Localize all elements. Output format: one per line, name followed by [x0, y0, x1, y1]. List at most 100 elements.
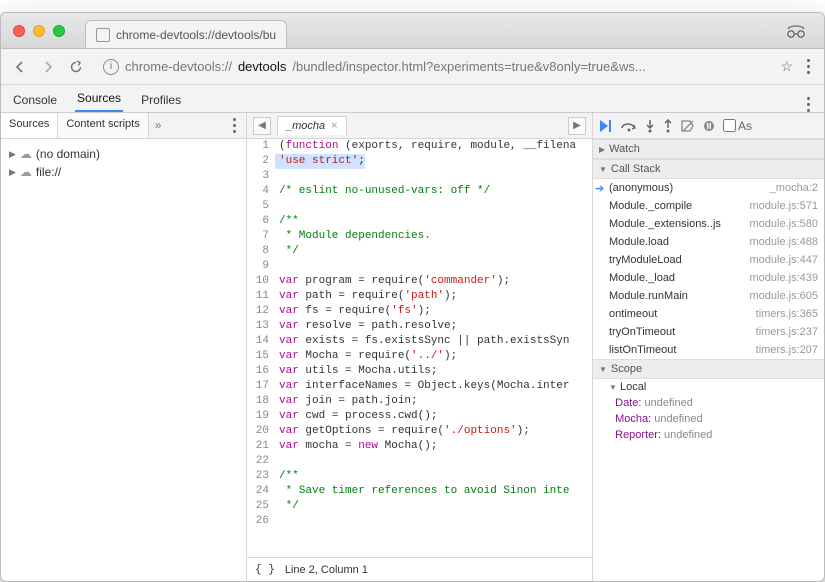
- code-line[interactable]: 12var fs = require('fs');: [247, 304, 592, 319]
- callstack-frame[interactable]: ontimeouttimers.js:365: [593, 305, 824, 323]
- minimize-window-button[interactable]: [33, 25, 45, 37]
- scope-variable[interactable]: Reporter: undefined: [593, 427, 824, 443]
- gutter-line-number[interactable]: 25: [247, 499, 275, 514]
- gutter-line-number[interactable]: 23: [247, 469, 275, 484]
- gutter-line-number[interactable]: 21: [247, 439, 275, 454]
- callstack-frame[interactable]: Module._compilemodule.js:571: [593, 197, 824, 215]
- reload-button[interactable]: [67, 58, 85, 76]
- gutter-line-number[interactable]: 5: [247, 199, 275, 214]
- gutter-line-number[interactable]: 15: [247, 349, 275, 364]
- tab-console[interactable]: Console: [11, 87, 59, 112]
- async-checkbox-input[interactable]: [723, 119, 736, 132]
- code-line[interactable]: 9: [247, 259, 592, 274]
- callstack-frame[interactable]: ➔(anonymous)_mocha:2: [593, 179, 824, 197]
- callstack-frame[interactable]: listOnTimeouttimers.js:207: [593, 341, 824, 359]
- gutter-line-number[interactable]: 8: [247, 244, 275, 259]
- tab-profiles[interactable]: Profiles: [139, 87, 183, 112]
- tab-sources[interactable]: Sources: [75, 85, 123, 112]
- code-line[interactable]: 8 */: [247, 244, 592, 259]
- gutter-line-number[interactable]: 24: [247, 484, 275, 499]
- gutter-line-number[interactable]: 2: [247, 154, 275, 169]
- pause-on-exceptions-button[interactable]: [703, 120, 715, 132]
- close-file-icon[interactable]: ×: [331, 120, 337, 132]
- callstack-frame[interactable]: Module._extensions..jsmodule.js:580: [593, 215, 824, 233]
- navigator-menu-button[interactable]: [229, 118, 240, 133]
- callstack-frame[interactable]: tryOnTimeouttimers.js:237: [593, 323, 824, 341]
- filetree-item[interactable]: ▶☁(no domain): [9, 145, 238, 163]
- chrome-menu-button[interactable]: [803, 59, 814, 74]
- code-line[interactable]: 15var Mocha = require('../');: [247, 349, 592, 364]
- code-line[interactable]: 3: [247, 169, 592, 184]
- callstack-frame[interactable]: Module.loadmodule.js:488: [593, 233, 824, 251]
- code-line[interactable]: 21var mocha = new Mocha();: [247, 439, 592, 454]
- gutter-line-number[interactable]: 16: [247, 364, 275, 379]
- gutter-line-number[interactable]: 19: [247, 409, 275, 424]
- code-line[interactable]: 18var join = path.join;: [247, 394, 592, 409]
- gutter-line-number[interactable]: 10: [247, 274, 275, 289]
- gutter-line-number[interactable]: 4: [247, 184, 275, 199]
- gutter-line-number[interactable]: 13: [247, 319, 275, 334]
- devtools-menu-button[interactable]: [803, 97, 814, 112]
- code-line[interactable]: 23/**: [247, 469, 592, 484]
- gutter-line-number[interactable]: 6: [247, 214, 275, 229]
- close-window-button[interactable]: [13, 25, 25, 37]
- nav-history-forward-button[interactable]: ▶: [568, 117, 586, 135]
- code-line[interactable]: 1(function (exports, require, module, __…: [247, 139, 592, 154]
- callstack-frame[interactable]: tryModuleLoadmodule.js:447: [593, 251, 824, 269]
- gutter-line-number[interactable]: 20: [247, 424, 275, 439]
- scope-local-header[interactable]: ▼ Local: [593, 379, 824, 395]
- callstack-frame[interactable]: Module._loadmodule.js:439: [593, 269, 824, 287]
- async-checkbox[interactable]: As: [723, 119, 752, 133]
- gutter-line-number[interactable]: 7: [247, 229, 275, 244]
- maximize-window-button[interactable]: [53, 25, 65, 37]
- gutter-line-number[interactable]: 9: [247, 259, 275, 274]
- nav-history-back-button[interactable]: ◀: [253, 117, 271, 135]
- resume-button[interactable]: [599, 120, 613, 132]
- code-line[interactable]: 10var program = require('commander');: [247, 274, 592, 289]
- code-line[interactable]: 20var getOptions = require('./options');: [247, 424, 592, 439]
- callstack-section-header[interactable]: ▼Call Stack: [593, 159, 824, 179]
- navigator-tab-content-scripts[interactable]: Content scripts: [58, 113, 148, 138]
- code-line[interactable]: 13var resolve = path.resolve;: [247, 319, 592, 334]
- gutter-line-number[interactable]: 12: [247, 304, 275, 319]
- code-line[interactable]: 14var exists = fs.existsSync || path.exi…: [247, 334, 592, 349]
- code-area[interactable]: 1(function (exports, require, module, __…: [247, 139, 592, 557]
- deactivate-breakpoints-button[interactable]: [681, 120, 695, 132]
- step-over-button[interactable]: [621, 120, 637, 132]
- code-line[interactable]: 26: [247, 514, 592, 529]
- code-line[interactable]: 2'use strict';: [247, 154, 592, 169]
- code-line[interactable]: 22: [247, 454, 592, 469]
- bookmark-star-icon[interactable]: ☆: [780, 58, 793, 75]
- gutter-line-number[interactable]: 18: [247, 394, 275, 409]
- gutter-line-number[interactable]: 11: [247, 289, 275, 304]
- step-into-button[interactable]: [645, 119, 655, 133]
- forward-button[interactable]: [39, 58, 57, 76]
- code-line[interactable]: 5: [247, 199, 592, 214]
- filetree-item[interactable]: ▶☁file://: [9, 163, 238, 181]
- code-line[interactable]: 25 */: [247, 499, 592, 514]
- scope-section-header[interactable]: ▼Scope: [593, 359, 824, 379]
- code-line[interactable]: 16var utils = Mocha.utils;: [247, 364, 592, 379]
- navigator-more-button[interactable]: »: [149, 113, 168, 138]
- code-line[interactable]: 7 * Module dependencies.: [247, 229, 592, 244]
- code-line[interactable]: 11var path = require('path');: [247, 289, 592, 304]
- omnibox[interactable]: i chrome-devtools://devtools/bundled/ins…: [95, 59, 770, 75]
- back-button[interactable]: [11, 58, 29, 76]
- code-line[interactable]: 17var interfaceNames = Object.keys(Mocha…: [247, 379, 592, 394]
- gutter-line-number[interactable]: 22: [247, 454, 275, 469]
- code-line[interactable]: 19var cwd = process.cwd();: [247, 409, 592, 424]
- code-line[interactable]: 24 * Save timer references to avoid Sino…: [247, 484, 592, 499]
- watch-section-header[interactable]: ▶Watch: [593, 139, 824, 159]
- step-out-button[interactable]: [663, 119, 673, 133]
- navigator-tab-sources[interactable]: Sources: [1, 113, 58, 138]
- open-file-tab[interactable]: _mocha×: [277, 116, 347, 135]
- gutter-line-number[interactable]: 17: [247, 379, 275, 394]
- code-line[interactable]: 6/**: [247, 214, 592, 229]
- site-info-icon[interactable]: i: [103, 59, 119, 75]
- scope-variable[interactable]: Mocha: undefined: [593, 411, 824, 427]
- browser-tab[interactable]: chrome-devtools://devtools/bu: [85, 20, 287, 48]
- callstack-frame[interactable]: Module.runMainmodule.js:605: [593, 287, 824, 305]
- gutter-line-number[interactable]: 14: [247, 334, 275, 349]
- gutter-line-number[interactable]: 26: [247, 514, 275, 529]
- scope-variable[interactable]: Date: undefined: [593, 395, 824, 411]
